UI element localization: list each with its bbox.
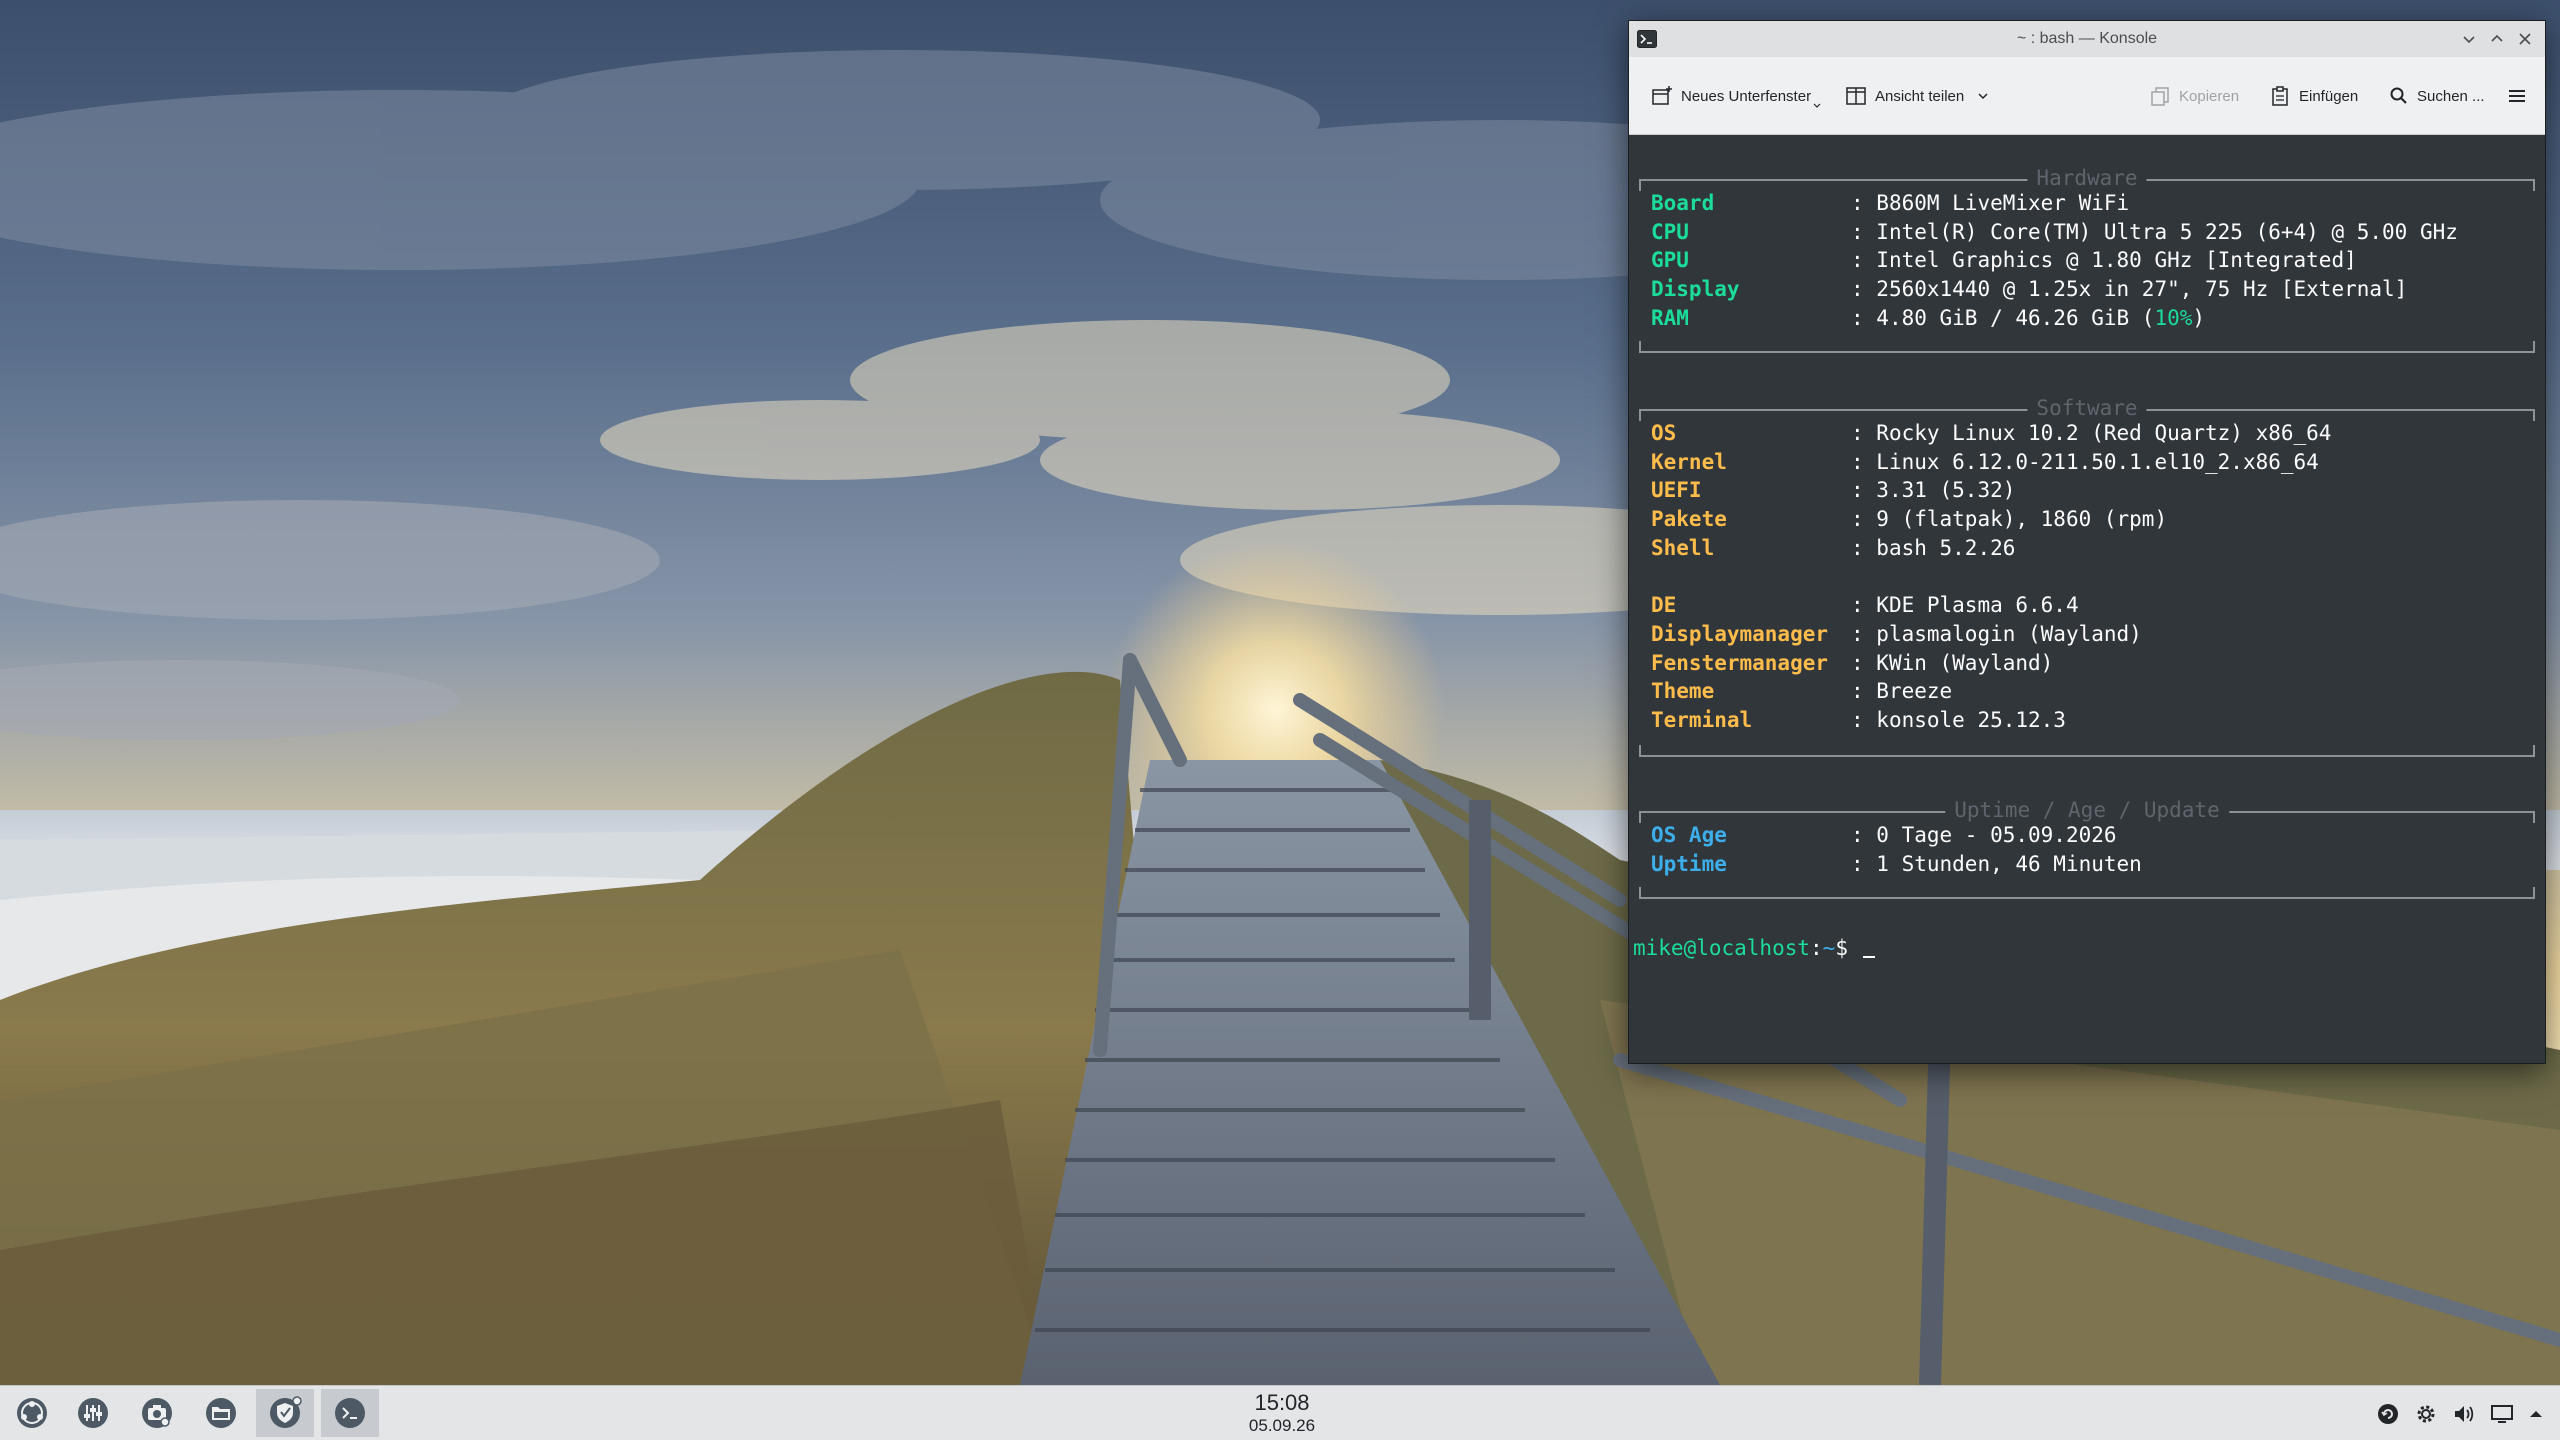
clock-time[interactable]: 15:08 bbox=[1232, 1390, 1332, 1416]
camera-icon bbox=[142, 1398, 172, 1428]
terminal-area[interactable]: Hardware Board: B860M LiveMixer WiFi CPU… bbox=[1629, 135, 2545, 1063]
mixer-sliders-icon bbox=[78, 1398, 108, 1428]
konsole-toolbar: Neues Unterfenster Ansicht teilen Kopier… bbox=[1629, 57, 2545, 135]
screenshot-tool-button[interactable] bbox=[128, 1389, 186, 1437]
info-row: Display: 2560x1440 @ 1.25x in 27", 75 Hz… bbox=[1651, 277, 2408, 302]
split-view-label: Ansicht teilen bbox=[1875, 87, 1965, 105]
info-row: OS Age: 0 Tage - 05.09.2026 bbox=[1651, 823, 2117, 847]
plasma-panel: 15:08 05.09.26 bbox=[0, 1385, 2560, 1440]
window-title: ~ : bash — Konsole bbox=[2016, 30, 2158, 47]
find-button[interactable]: Suchen ... bbox=[2389, 84, 2485, 108]
copy-button[interactable]: Kopieren bbox=[2149, 84, 2239, 108]
new-tab-button[interactable]: Neues Unterfenster bbox=[1651, 84, 1821, 108]
paste-icon bbox=[2272, 86, 2288, 106]
security-app-button[interactable] bbox=[256, 1389, 314, 1437]
info-row: DE: KDE Plasma 6.6.4 bbox=[1651, 593, 2079, 618]
info-row: Pakete: 9 (flatpak), 1860 (rpm) bbox=[1651, 507, 2168, 532]
info-row: Terminal: konsole 25.12.3 bbox=[1651, 708, 2066, 732]
app-launcher-icon bbox=[17, 1398, 47, 1428]
info-row: Fenstermanager: KWin (Wayland) bbox=[1651, 650, 2054, 675]
folder-icon bbox=[206, 1398, 236, 1428]
tray-expand-arrow-icon[interactable] bbox=[2524, 1402, 2548, 1426]
info-row: Kernel: Linux 6.12.0-211.50.1.el10_2.x86… bbox=[1651, 449, 2319, 474]
file-manager-button[interactable] bbox=[192, 1389, 250, 1437]
konsole-window[interactable]: ~ : bash — Konsole Neues Unterfenster An… bbox=[1628, 20, 2546, 1064]
terminal-icon bbox=[335, 1398, 365, 1428]
new-tab-label: Neues Unterfenster bbox=[1681, 87, 1812, 105]
paste-label: Einfügen bbox=[2299, 87, 2359, 105]
copy-label: Kopieren bbox=[2179, 87, 2240, 105]
info-row: Theme: Breeze bbox=[1651, 679, 1953, 704]
info-row: OS: Rocky Linux 10.2 (Red Quartz) x86_64 bbox=[1651, 421, 2332, 445]
info-row: UEFI: 3.31 (5.32) bbox=[1651, 478, 2016, 503]
shell-prompt[interactable]: mike@localhost:~$ bbox=[1633, 934, 1875, 963]
audio-mixer-button[interactable] bbox=[64, 1389, 122, 1437]
chevron-down-icon[interactable] bbox=[1976, 89, 1990, 103]
info-row: Board: B860M LiveMixer WiFi bbox=[1651, 191, 2130, 215]
maximize-button[interactable] bbox=[2487, 29, 2507, 49]
copy-icon bbox=[2151, 87, 2169, 106]
split-view-button[interactable]: Ansicht teilen bbox=[1845, 84, 1990, 108]
update-notifier-icon[interactable] bbox=[2376, 1402, 2400, 1426]
clock-date[interactable]: 05.09.26 bbox=[1232, 1416, 1332, 1436]
window-titlebar[interactable]: ~ : bash — Konsole bbox=[1629, 21, 2545, 57]
minimize-button[interactable] bbox=[2459, 29, 2479, 49]
settings-gear-icon[interactable] bbox=[2414, 1402, 2438, 1426]
display-configuration-icon[interactable] bbox=[2490, 1402, 2514, 1426]
info-row: Displaymanager: plasmalogin (Wayland) bbox=[1651, 621, 2142, 646]
info-row: Shell: bash 5.2.26 bbox=[1651, 535, 2016, 560]
split-view-icon bbox=[1846, 87, 1866, 105]
info-row: RAM: 4.80 GiB / 46.26 GiB (10%) bbox=[1651, 305, 2206, 330]
info-row: GPU: Intel Graphics @ 1.80 GHz [Integrat… bbox=[1651, 248, 2357, 273]
volume-icon[interactable] bbox=[2452, 1402, 2476, 1426]
app-launcher-button[interactable] bbox=[3, 1389, 61, 1437]
info-row: CPU: Intel(R) Core(TM) Ultra 5 225 (6+4)… bbox=[1651, 219, 2458, 244]
paste-button[interactable]: Einfügen bbox=[2269, 84, 2358, 108]
konsole-task-button[interactable] bbox=[321, 1389, 379, 1437]
hamburger-menu-icon bbox=[2509, 90, 2525, 102]
info-row: Uptime: 1 Stunden, 46 Minuten bbox=[1651, 851, 2142, 876]
chevron-down-icon bbox=[1813, 103, 1821, 108]
find-label: Suchen ... bbox=[2417, 87, 2485, 105]
close-button[interactable] bbox=[2515, 29, 2535, 49]
shield-icon bbox=[270, 1396, 302, 1428]
text-cursor bbox=[1862, 956, 1875, 958]
hamburger-menu-button[interactable] bbox=[2507, 84, 2527, 108]
new-tab-icon bbox=[1652, 86, 1672, 105]
search-icon bbox=[2390, 87, 2407, 104]
